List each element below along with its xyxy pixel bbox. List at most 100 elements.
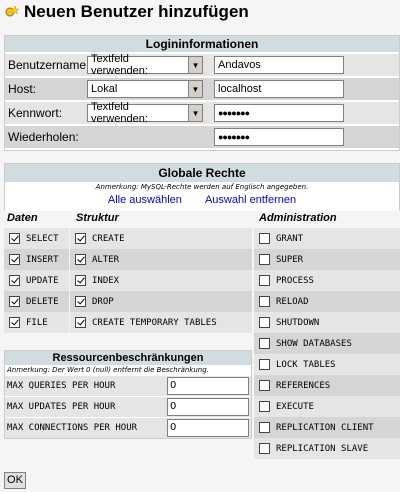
password-select-value: Textfeld verwenden: [91, 101, 148, 125]
priv-row-file: FILE [4, 312, 69, 333]
priv-row-index: INDEX [70, 270, 252, 291]
priv-row-update: UPDATE [4, 270, 69, 291]
priv-checkbox-grant[interactable] [259, 233, 270, 244]
priv-checkbox-insert[interactable] [9, 254, 20, 265]
priv-row-alter: ALTER [70, 249, 252, 270]
username-input[interactable]: Andavos [214, 56, 344, 74]
col-header-structure: Struktur [76, 212, 119, 224]
max-connections-label: MAX CONNECTIONS PER HOUR [7, 423, 138, 433]
priv-checkbox-show-databases[interactable] [259, 338, 270, 349]
priv-row-drop: DROP [70, 291, 252, 312]
max-updates-label: MAX UPDATES PER HOUR [7, 402, 116, 412]
deselect-all-link[interactable]: Auswahl entfernen [205, 194, 296, 206]
global-links: Alle auswählen Auswahl entfernen [5, 193, 399, 207]
resources-section: Ressourcenbeschränkungen Anmerkung: Der … [4, 350, 252, 439]
priv-checkbox-alter[interactable] [75, 254, 86, 265]
priv-row-select: SELECT [4, 228, 69, 249]
resources-header: Ressourcenbeschränkungen [5, 351, 251, 365]
col-header-admin: Administration [259, 212, 337, 224]
login-header: Logininformationen [5, 36, 399, 52]
priv-label-replication-client: REPLICATION CLIENT [276, 422, 374, 433]
username-select[interactable]: Textfeld verwenden: ▼ [87, 53, 203, 77]
password-label: Kennwort: [8, 106, 63, 120]
password-row: Kennwort: Textfeld verwenden: ▼ ●●●●●●● [5, 100, 399, 125]
priv-checkbox-process[interactable] [259, 275, 270, 286]
max-queries-row: MAX QUERIES PER HOUR 0 [5, 375, 251, 396]
global-header: Globale Rechte [5, 164, 399, 182]
priv-label-show-databases: SHOW DATABASES [276, 338, 352, 349]
priv-label-replication-slave: REPLICATION SLAVE [276, 443, 369, 454]
max-connections-row: MAX CONNECTIONS PER HOUR 0 [5, 417, 251, 438]
priv-checkbox-create[interactable] [75, 233, 86, 244]
priv-label-index: INDEX [92, 275, 120, 286]
priv-checkbox-delete[interactable] [9, 296, 20, 307]
priv-label-insert: INSERT [26, 254, 59, 265]
priv-label-delete: DELETE [26, 296, 59, 307]
priv-row-reload: RELOAD [254, 291, 400, 312]
repeat-input[interactable]: ●●●●●●● [214, 128, 344, 146]
priv-row-super: SUPER [254, 249, 400, 270]
priv-label-create: CREATE [92, 233, 125, 244]
priv-label-alter: ALTER [92, 254, 120, 265]
password-input[interactable]: ●●●●●●● [214, 104, 344, 122]
max-updates-input[interactable]: 0 [167, 398, 249, 416]
chevron-down-icon[interactable]: ▼ [188, 81, 202, 97]
chevron-down-icon[interactable]: ▼ [188, 105, 202, 121]
priv-checkbox-replication-slave[interactable] [259, 443, 270, 454]
host-select[interactable]: Lokal ▼ [87, 80, 203, 98]
chevron-down-icon[interactable]: ▼ [188, 57, 202, 73]
priv-label-create-temporary-tables: CREATE TEMPORARY TABLES [92, 317, 217, 328]
priv-row-shutdown: SHUTDOWN [254, 312, 400, 333]
add-user-icon [4, 4, 20, 20]
repeat-label: Wiederholen: [8, 130, 79, 144]
priv-label-grant: GRANT [276, 233, 304, 244]
priv-row-show-databases: SHOW DATABASES [254, 333, 400, 354]
priv-label-execute: EXECUTE [276, 401, 314, 412]
select-all-link[interactable]: Alle auswählen [108, 194, 182, 206]
password-select[interactable]: Textfeld verwenden: ▼ [87, 101, 203, 125]
priv-label-super: SUPER [276, 254, 304, 265]
priv-label-reload: RELOAD [276, 296, 309, 307]
col-header-data: Daten [7, 212, 38, 224]
resources-note: Anmerkung: Der Wert 0 (null) entfernt di… [7, 366, 209, 374]
priv-checkbox-lock-tables[interactable] [259, 359, 270, 370]
login-rows: Benutzername: Textfeld verwenden: ▼ Andav… [5, 52, 399, 148]
priv-checkbox-index[interactable] [75, 275, 86, 286]
priv-row-lock-tables: LOCK TABLES [254, 354, 400, 375]
priv-row-replication-client: REPLICATION CLIENT [254, 417, 400, 438]
priv-checkbox-update[interactable] [9, 275, 20, 286]
max-updates-row: MAX UPDATES PER HOUR 0 [5, 396, 251, 417]
host-row: Host: Lokal ▼ localhost [5, 76, 399, 100]
page-header: Neuen Benutzer hinzufügen [4, 0, 249, 24]
host-input[interactable]: localhost [214, 80, 344, 98]
priv-label-update: UPDATE [26, 275, 59, 286]
priv-checkbox-select[interactable] [9, 233, 20, 244]
priv-checkbox-super[interactable] [259, 254, 270, 265]
username-row: Benutzername: Textfeld verwenden: ▼ Andav… [5, 52, 399, 77]
priv-label-references: REFERENCES [276, 380, 331, 391]
priv-label-file: FILE [26, 317, 48, 328]
priv-checkbox-execute[interactable] [259, 401, 270, 412]
priv-row-insert: INSERT [4, 249, 69, 270]
host-label: Host: [8, 82, 37, 96]
priv-row-create-temporary-tables: CREATE TEMPORARY TABLES [70, 312, 252, 333]
priv-checkbox-reload[interactable] [259, 296, 270, 307]
priv-row-references: REFERENCES [254, 375, 400, 396]
priv-label-drop: DROP [92, 296, 114, 307]
global-note: Anmerkung: MySQL-Rechte werden auf Engli… [95, 183, 309, 191]
priv-row-replication-slave: REPLICATION SLAVE [254, 438, 400, 459]
priv-checkbox-replication-client[interactable] [259, 422, 270, 433]
login-section: Logininformationen Benutzername: Textfel… [4, 35, 400, 151]
repeat-row: Wiederholen: ●●●●●●● [5, 124, 399, 148]
max-connections-input[interactable]: 0 [167, 419, 249, 437]
priv-checkbox-drop[interactable] [75, 296, 86, 307]
priv-row-grant: GRANT [254, 228, 400, 249]
ok-button[interactable]: OK [4, 472, 26, 489]
priv-checkbox-references[interactable] [259, 380, 270, 391]
priv-checkbox-file[interactable] [9, 317, 20, 328]
priv-checkbox-shutdown[interactable] [259, 317, 270, 328]
max-queries-input[interactable]: 0 [167, 377, 249, 395]
priv-checkbox-create-temporary-tables[interactable] [75, 317, 86, 328]
username-select-value: Textfeld verwenden: [91, 53, 148, 77]
priv-label-select: SELECT [26, 233, 59, 244]
